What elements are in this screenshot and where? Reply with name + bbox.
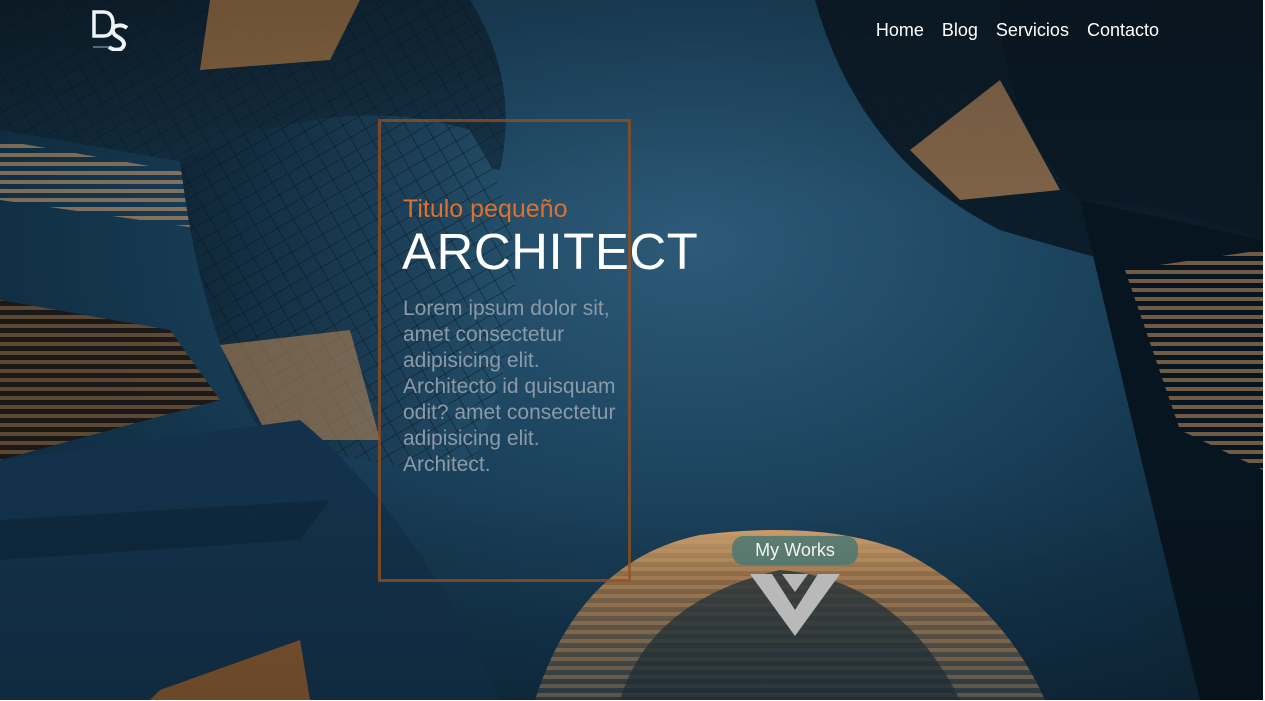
ds-logo[interactable] — [89, 9, 131, 52]
hero-section: Home Blog Servicios Contacto Titulo pequ… — [0, 0, 1263, 700]
my-works-button[interactable]: My Works — [732, 536, 858, 565]
hero-subtitle: Titulo pequeño — [403, 195, 568, 223]
ds-logo-icon — [92, 10, 129, 52]
hero-title: ARCHITECT — [402, 223, 699, 280]
nav-servicios[interactable]: Servicios — [996, 19, 1069, 41]
nav-blog[interactable]: Blog — [942, 19, 978, 41]
hero-description: Lorem ipsum dolor sit, amet consectetur … — [403, 297, 616, 476]
chevron-down-icon[interactable] — [750, 570, 840, 636]
hero-overlay — [0, 0, 1263, 700]
nav-home[interactable]: Home — [876, 19, 924, 41]
main-nav: Home Blog Servicios Contacto — [876, 19, 1159, 41]
nav-contacto[interactable]: Contacto — [1087, 19, 1159, 41]
